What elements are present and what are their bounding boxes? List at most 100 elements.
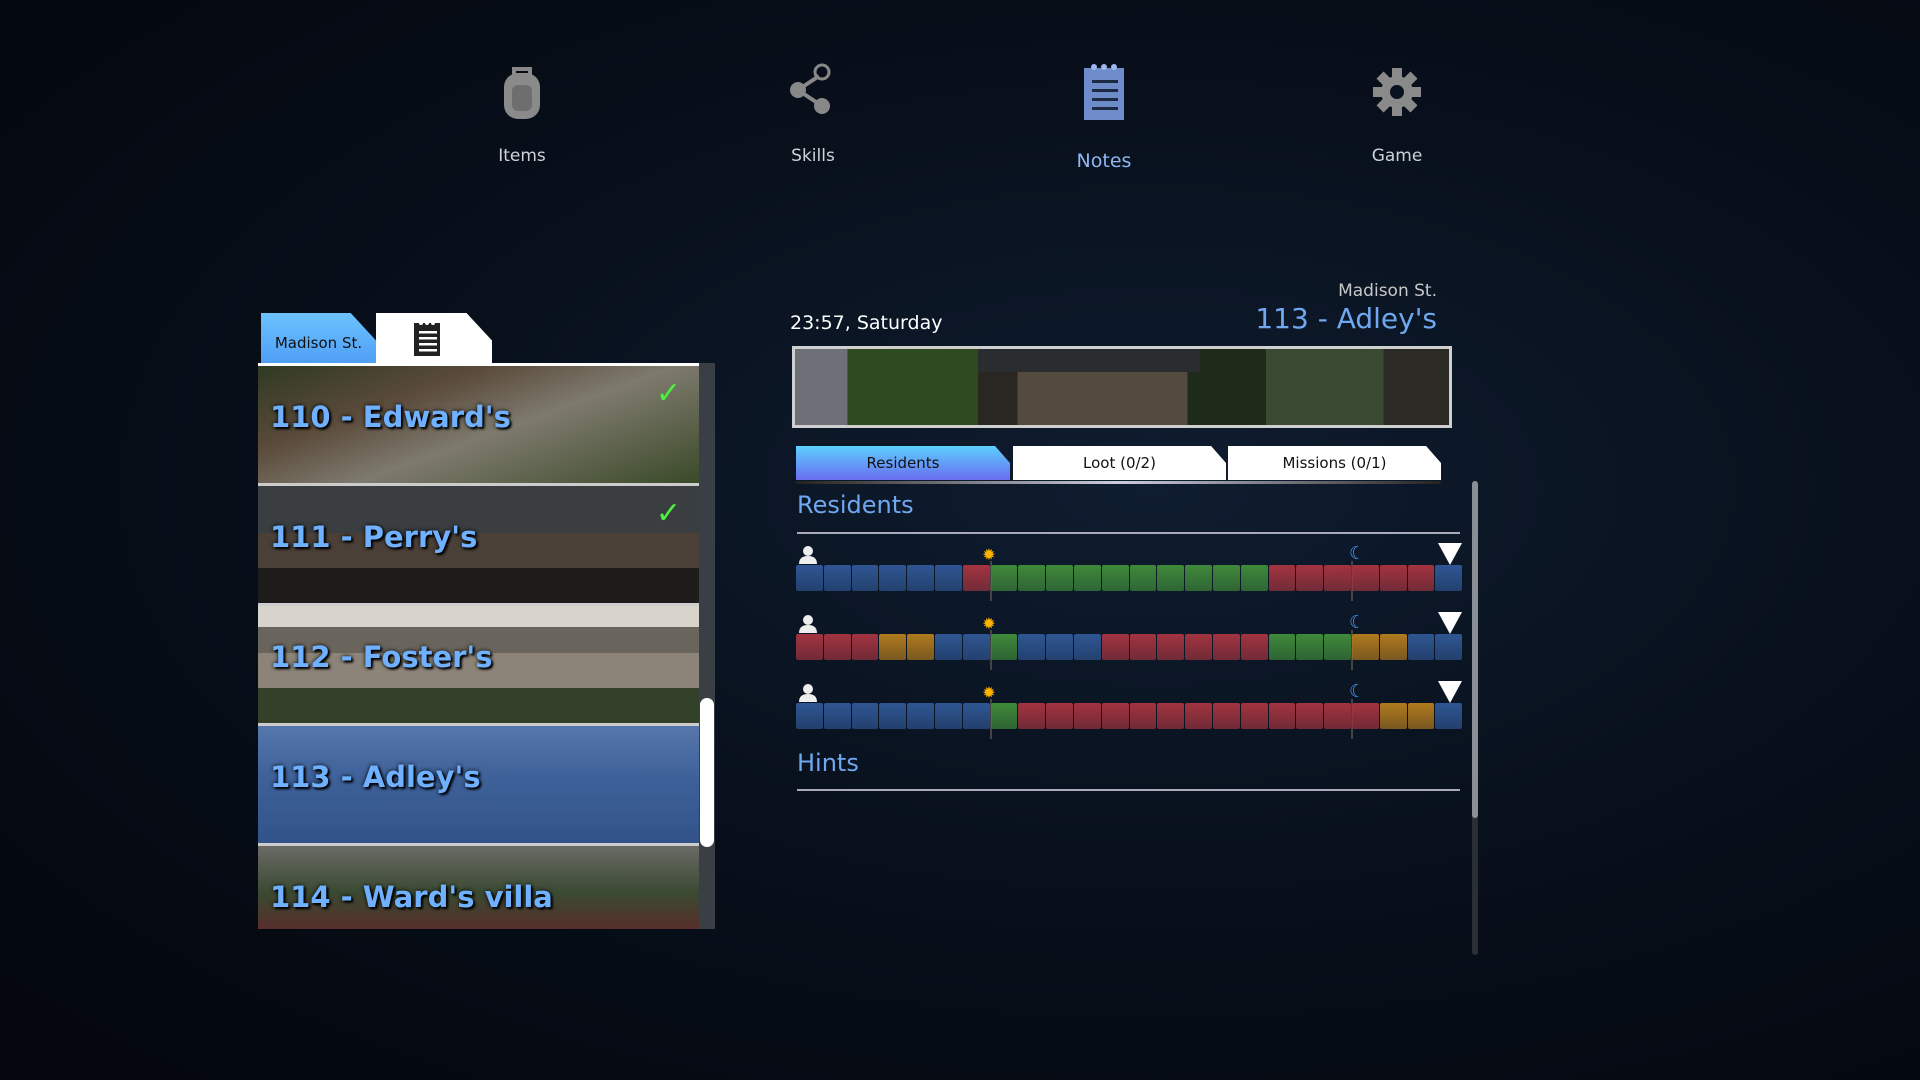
tab-label: Residents bbox=[866, 454, 940, 472]
hour-segment bbox=[1435, 565, 1463, 591]
hour-segment bbox=[907, 703, 934, 729]
schedule-bar bbox=[796, 634, 1463, 660]
hints-divider bbox=[797, 789, 1460, 791]
hour-segment bbox=[934, 565, 962, 591]
hour-segment bbox=[1296, 565, 1324, 591]
residents-heading: Residents bbox=[797, 491, 914, 519]
tab-residents[interactable]: Residents bbox=[796, 446, 1010, 480]
hour-segment bbox=[796, 565, 823, 591]
hour-segment bbox=[907, 634, 934, 660]
check-icon: ✓ bbox=[655, 376, 681, 411]
hour-segment bbox=[796, 703, 823, 729]
house-item[interactable]: 110 - Edward's ✓ bbox=[258, 366, 699, 486]
nav-game[interactable]: Game bbox=[1317, 60, 1477, 166]
hour-segment bbox=[1324, 703, 1351, 729]
expand-triangle-icon[interactable] bbox=[1438, 612, 1462, 634]
schedule-bar bbox=[796, 565, 1463, 591]
hour-segment bbox=[1324, 634, 1351, 660]
hour-segment bbox=[1046, 565, 1073, 591]
hour-segment bbox=[990, 703, 1018, 729]
expand-triangle-icon[interactable] bbox=[1438, 681, 1462, 703]
hour-segment bbox=[1296, 634, 1324, 660]
tab-street[interactable]: Madison St. bbox=[261, 313, 376, 363]
expand-triangle-icon[interactable] bbox=[1438, 543, 1462, 565]
hour-segment bbox=[1101, 565, 1129, 591]
check-icon: ✓ bbox=[655, 496, 681, 531]
tab-loot[interactable]: Loot (0/2) bbox=[1013, 446, 1226, 480]
house-list: 110 - Edward's ✓ 111 - Perry's ✓ 112 - Foste… bbox=[258, 363, 699, 929]
hour-segment bbox=[879, 565, 907, 591]
hour-segment bbox=[1046, 703, 1073, 729]
hour-segment bbox=[1351, 634, 1379, 660]
hour-segment bbox=[1073, 703, 1101, 729]
hour-segment bbox=[1212, 565, 1240, 591]
person-icon bbox=[799, 546, 817, 564]
list-scrollbar-thumb[interactable] bbox=[700, 698, 714, 847]
hour-segment bbox=[1351, 565, 1379, 591]
house-item[interactable]: 114 - Ward's villa bbox=[258, 846, 699, 929]
hour-segment bbox=[1268, 565, 1296, 591]
nav-items[interactable]: Items bbox=[442, 60, 602, 166]
hour-segment bbox=[1046, 634, 1073, 660]
house-banner bbox=[792, 346, 1452, 428]
hour-segment bbox=[1435, 634, 1463, 660]
sun-icon: ✹ bbox=[982, 683, 996, 702]
hour-segment bbox=[1101, 634, 1129, 660]
nav-label: Notes bbox=[1076, 150, 1132, 172]
hour-segment bbox=[962, 634, 990, 660]
nav-label: Game bbox=[1371, 146, 1423, 166]
hour-segment bbox=[796, 634, 823, 660]
hour-segment bbox=[823, 703, 851, 729]
house-item[interactable]: 111 - Perry's ✓ bbox=[258, 486, 699, 606]
hour-segment bbox=[1212, 703, 1240, 729]
time-label: 23:57, Saturday bbox=[790, 312, 943, 334]
hour-segment bbox=[1157, 565, 1185, 591]
house-name: 112 - Foster's bbox=[270, 640, 493, 674]
tab-missions[interactable]: Missions (0/1) bbox=[1228, 446, 1441, 480]
notepad-icon bbox=[1024, 60, 1184, 124]
nav-label: Items bbox=[498, 146, 546, 166]
hour-segment bbox=[1129, 634, 1157, 660]
resident-row: ✹ ☾ bbox=[796, 612, 1463, 684]
schedule-bar bbox=[796, 703, 1463, 729]
sun-icon: ✹ bbox=[982, 614, 996, 633]
house-name: 114 - Ward's villa bbox=[270, 880, 553, 914]
house-name: 110 - Edward's bbox=[270, 400, 511, 434]
house-item[interactable]: 112 - Foster's bbox=[258, 606, 699, 726]
tab-notes[interactable] bbox=[376, 313, 492, 363]
hour-segment bbox=[879, 703, 907, 729]
hour-segment bbox=[1129, 565, 1157, 591]
nav-notes[interactable]: Notes bbox=[1024, 60, 1184, 172]
share-nodes-icon bbox=[733, 60, 893, 124]
house-item[interactable]: 113 - Adley's bbox=[258, 726, 699, 846]
hour-segment bbox=[962, 703, 990, 729]
hour-segment bbox=[1240, 565, 1268, 591]
hour-segment bbox=[851, 634, 879, 660]
hour-segment bbox=[1185, 565, 1212, 591]
resident-row: ✹ ☾ bbox=[796, 543, 1463, 615]
hour-segment bbox=[934, 703, 962, 729]
hour-segment bbox=[1407, 703, 1435, 729]
hour-segment bbox=[1212, 634, 1240, 660]
hour-segment bbox=[1073, 565, 1101, 591]
sun-icon: ✹ bbox=[982, 545, 996, 564]
gear-icon bbox=[1317, 60, 1477, 124]
tab-underline bbox=[796, 481, 1441, 484]
house-title: 113 - Adley's bbox=[1255, 302, 1437, 335]
hour-segment bbox=[1268, 703, 1296, 729]
hour-segment bbox=[1379, 565, 1407, 591]
detail-scrollbar-thumb[interactable] bbox=[1472, 481, 1478, 818]
nav-skills[interactable]: Skills bbox=[733, 60, 893, 166]
person-icon bbox=[799, 684, 817, 702]
hour-segment bbox=[823, 565, 851, 591]
hour-segment bbox=[1157, 703, 1185, 729]
hour-segment bbox=[1379, 703, 1407, 729]
hour-segment bbox=[1129, 703, 1157, 729]
tab-label: Missions (0/1) bbox=[1282, 454, 1387, 472]
hour-segment bbox=[990, 634, 1018, 660]
hints-heading: Hints bbox=[797, 749, 859, 777]
hour-segment bbox=[1157, 634, 1185, 660]
hour-segment bbox=[1379, 634, 1407, 660]
hour-segment bbox=[907, 565, 934, 591]
house-name: 113 - Adley's bbox=[270, 760, 481, 794]
